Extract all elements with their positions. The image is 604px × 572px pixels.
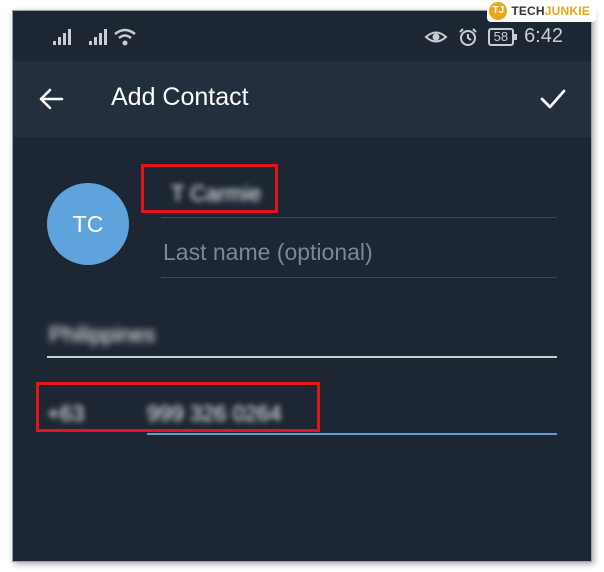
back-arrow-icon[interactable] bbox=[37, 85, 65, 113]
watermark-text: TECHJUNKIE bbox=[511, 4, 590, 18]
alarm-icon bbox=[458, 27, 477, 46]
checkmark-icon[interactable] bbox=[539, 86, 567, 112]
last-name-field[interactable]: Last name (optional) bbox=[161, 231, 557, 278]
battery-icon: 58 bbox=[487, 27, 518, 46]
avatar: TC bbox=[47, 183, 129, 265]
wifi-icon bbox=[114, 28, 136, 46]
cell-signal-2-icon bbox=[89, 29, 107, 45]
cell-signal-icon bbox=[53, 29, 71, 45]
techjunkie-logo-icon: TJ bbox=[489, 2, 508, 20]
watermark-tech: TECH bbox=[511, 4, 545, 18]
page-title: Add Contact bbox=[111, 83, 249, 111]
phone-screen: 58 6:42 Add Contact TC T Carmie Last nam… bbox=[12, 10, 592, 562]
app-bar: Add Contact bbox=[13, 61, 591, 137]
country-field[interactable]: Philippines bbox=[47, 314, 557, 358]
watermark-junkie: JUNKIE bbox=[544, 4, 590, 18]
status-right: 58 6:42 bbox=[424, 25, 563, 48]
status-time: 6:42 bbox=[524, 25, 563, 47]
highlight-first-name bbox=[141, 164, 278, 213]
eye-comfort-icon bbox=[424, 31, 448, 42]
techjunkie-watermark: TJ TECHJUNKIE bbox=[487, 0, 596, 22]
last-name-placeholder: Last name (optional) bbox=[163, 239, 373, 265]
country-value: Philippines bbox=[49, 322, 156, 347]
highlight-phone bbox=[36, 382, 320, 432]
